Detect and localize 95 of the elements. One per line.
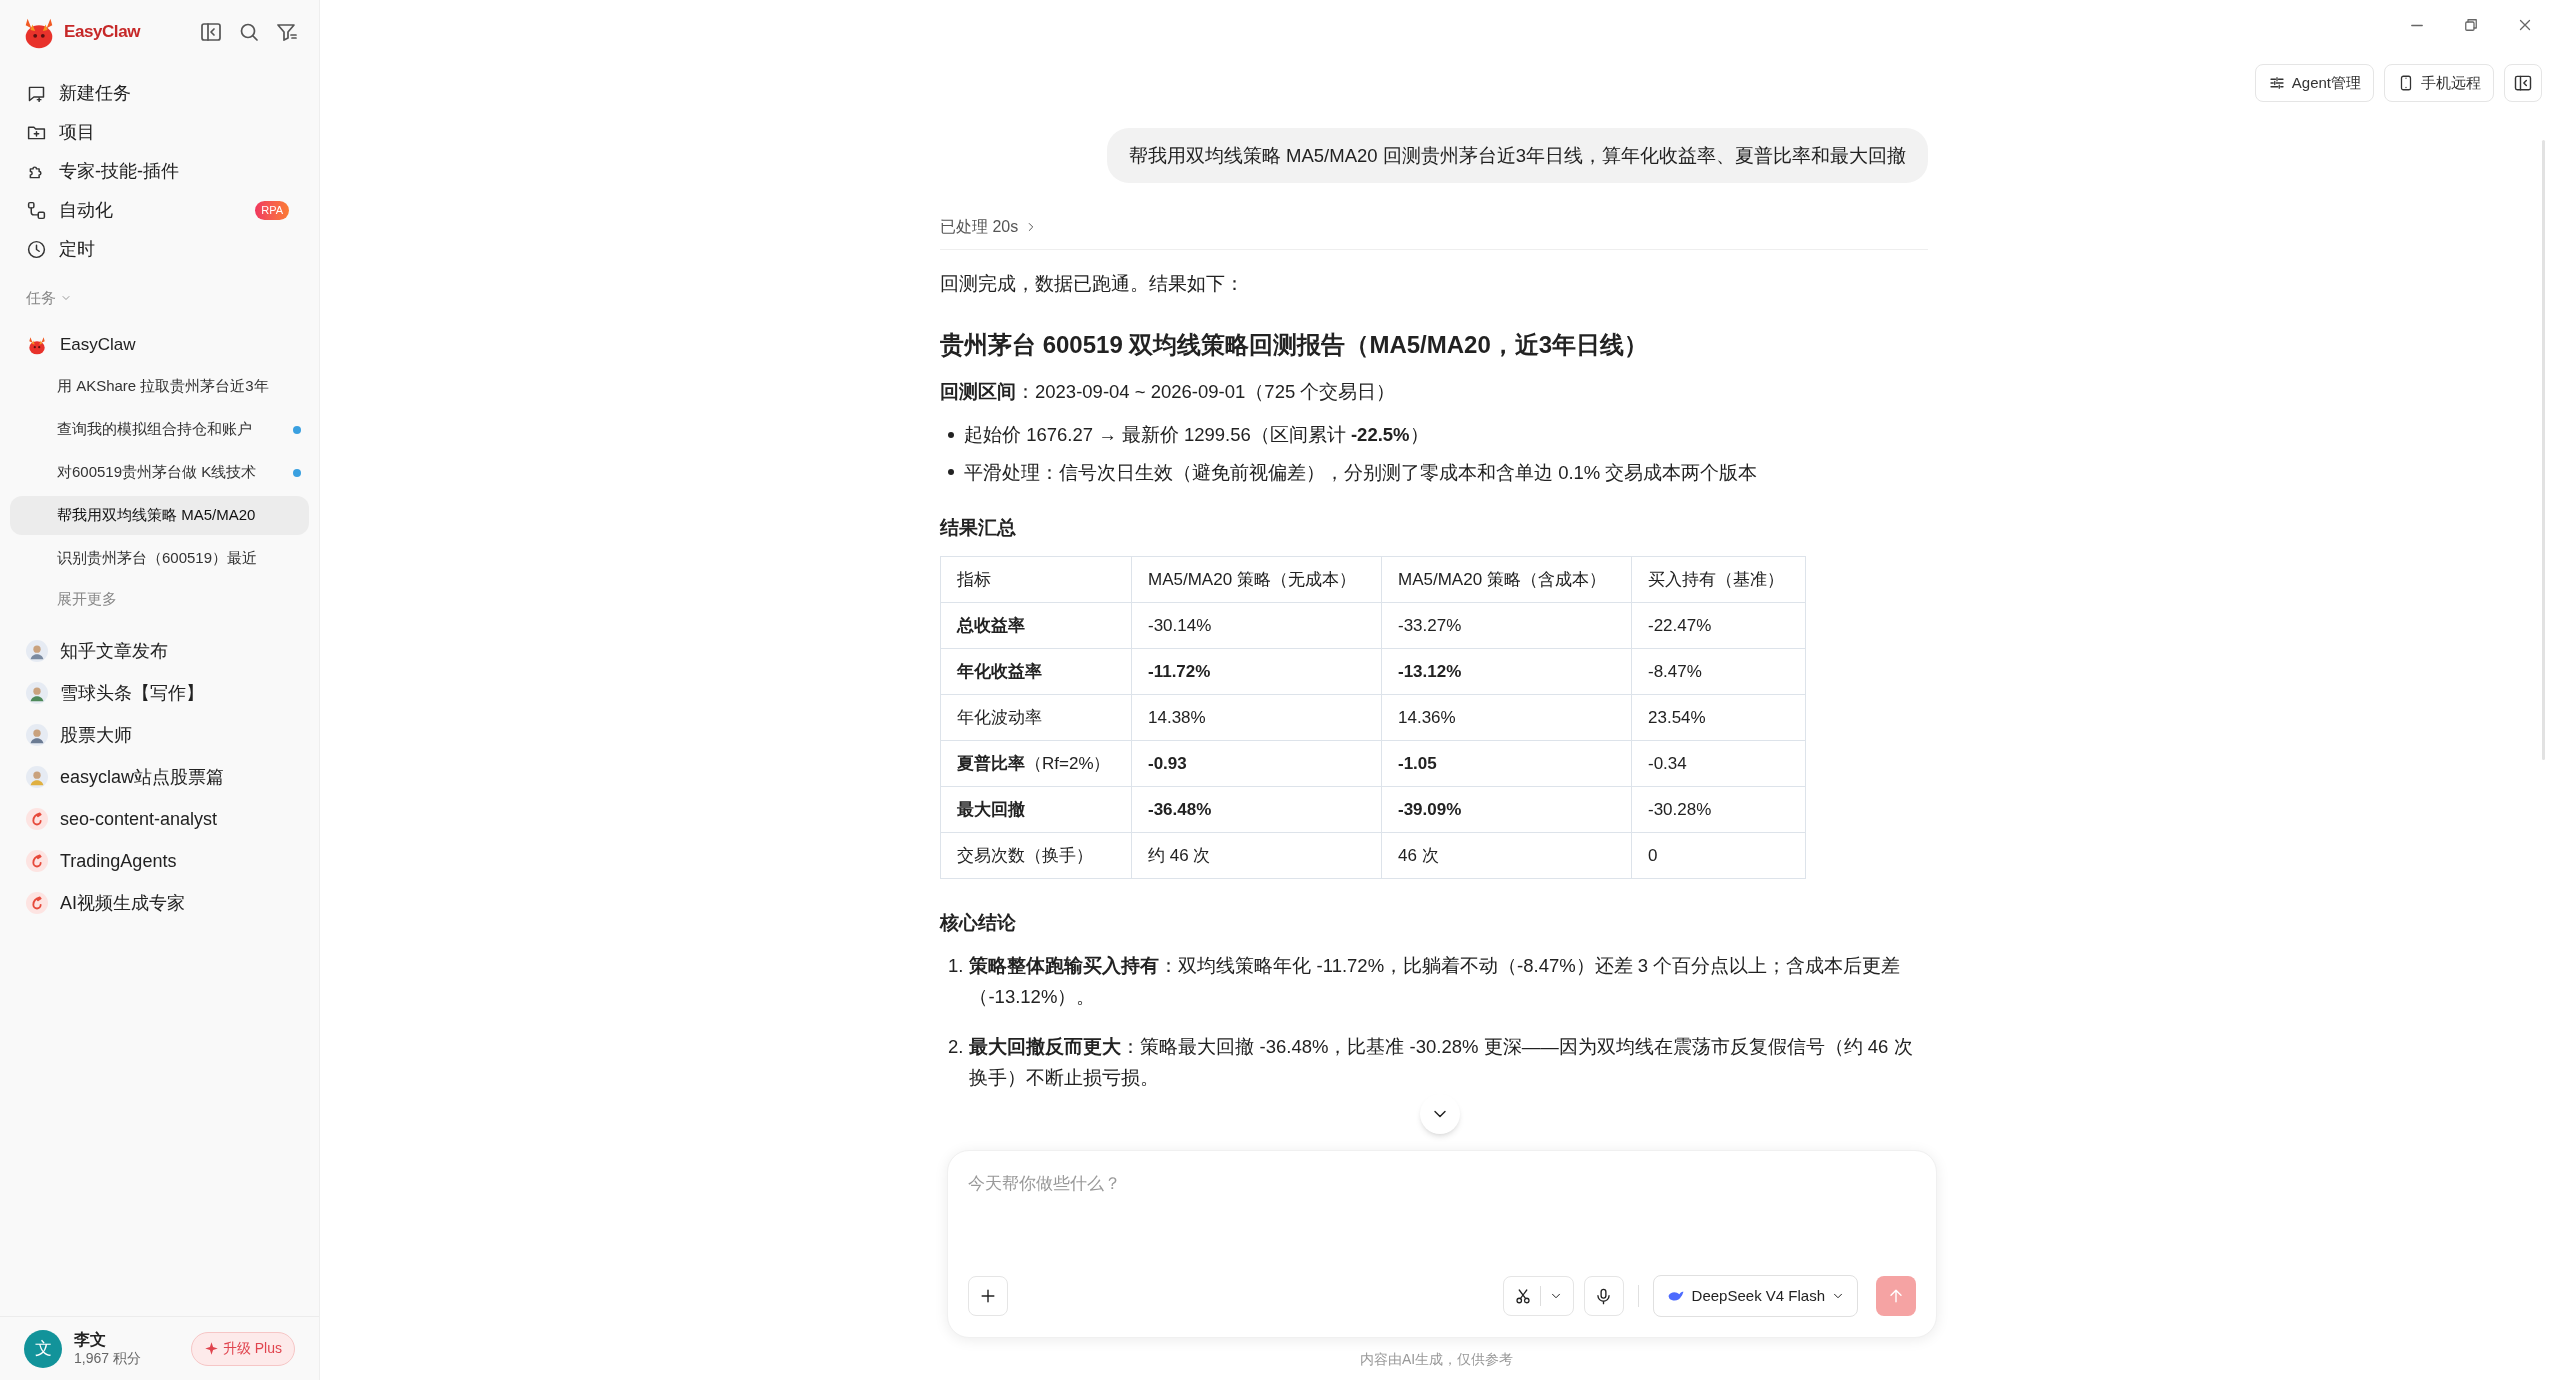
- sparkle-icon: [203, 1341, 219, 1356]
- person-avatar-icon: [26, 724, 48, 746]
- scissors-button[interactable]: [1502, 1276, 1574, 1316]
- task-item[interactable]: 查询我的模拟组合持仓和账户: [10, 410, 309, 449]
- table-cell: 最大回撤: [940, 786, 1132, 833]
- user-name: 李文: [74, 1329, 107, 1350]
- section-toggle[interactable]: 任务: [0, 283, 319, 313]
- user-message: 帮我用双均线策略 MA5/MA20 回测贵州茅台近3年日线，算年化收益率、夏普比率和最大回撤: [1106, 128, 1928, 184]
- list-number: 2.: [948, 1034, 964, 1059]
- message-input[interactable]: 今天帮你做些什么？: [968, 1171, 1916, 1261]
- table-cell: -13.12%: [1381, 648, 1632, 695]
- table-cell: -0.93: [1131, 740, 1382, 787]
- table-cell: 0: [1631, 832, 1806, 879]
- table-cell: -8.47%: [1631, 648, 1806, 695]
- bullet-text: 平滑处理：信号次日生效（避免前视偏差），分别测了零成本和含单边 0.1% 交易成本两个版本: [964, 460, 1758, 485]
- table-cell: -30.28%: [1631, 786, 1806, 833]
- nav-item[interactable]: 定时: [10, 230, 309, 269]
- column-header: 买入持有（基准）: [1631, 556, 1806, 603]
- table-cell: 14.36%: [1381, 694, 1632, 741]
- restore-button[interactable]: [2462, 16, 2480, 34]
- minimize-icon: [2408, 23, 2426, 27]
- panel-toggle-button[interactable]: [2504, 64, 2542, 102]
- flow-icon: [26, 200, 47, 221]
- sidebar-toggle-button[interactable]: [199, 20, 223, 44]
- agent-item[interactable]: seo-content-analyst: [10, 798, 309, 840]
- table-cell: 年化波动率: [940, 694, 1132, 741]
- table-cell: 年化收益率: [940, 648, 1132, 695]
- conclusion-text: 策略整体跑输买入持有：双均线策略年化 -11.72%，比躺着不动（-8.47%）还差 3 个百分点以上；含成本后更差（-13.12%）。: [969, 953, 1902, 1010]
- points-label: 1,967 积分: [74, 1349, 141, 1368]
- table-cell: -0.34: [1631, 740, 1806, 787]
- microphone-button[interactable]: [1583, 1276, 1624, 1316]
- task-item[interactable]: 对600519贵州茅台做 K线技术: [10, 453, 309, 492]
- table-cell: -11.72%: [1131, 648, 1382, 695]
- agent-item[interactable]: AI视频生成专家: [10, 882, 309, 924]
- list-number: 1.: [948, 953, 964, 978]
- flame-avatar-icon: [26, 892, 48, 914]
- table-cell: 46 次: [1381, 832, 1632, 879]
- table-cell: -30.14%: [1131, 602, 1382, 649]
- clock-icon: [26, 239, 47, 260]
- table-cell: -33.27%: [1381, 602, 1632, 649]
- agent-item[interactable]: 知乎文章发布: [10, 630, 309, 672]
- person-avatar-icon: [26, 640, 48, 662]
- restore-icon: [2462, 16, 2480, 34]
- nav-item[interactable]: 项目: [10, 113, 309, 152]
- task-item[interactable]: 用 AKShare 拉取贵州茅台近3年: [10, 367, 309, 406]
- brand-name: EasyClaw: [64, 21, 140, 44]
- range-text: 回测区间：2023-09-04 ~ 2026-09-01（725 个交易日）: [940, 379, 1397, 404]
- panel-toggle-icon: [2513, 73, 2533, 93]
- user-avatar: 文: [24, 1329, 62, 1368]
- processed-toggle[interactable]: 已处理 20s: [940, 213, 1039, 241]
- person-avatar-icon: [26, 766, 48, 788]
- nav-item[interactable]: 新建任务: [10, 74, 309, 113]
- column-header: MA5/MA20 策略（无成本）: [1131, 556, 1382, 603]
- disclaimer-text: 内容由AI生成，仅供参考: [1360, 1350, 1514, 1369]
- rpa-badge: RPA: [255, 201, 289, 220]
- toolbar-button[interactable]: Agent管理: [2254, 64, 2374, 102]
- sliders-icon: [2267, 74, 2286, 92]
- table-cell: 总收益率: [940, 602, 1132, 649]
- table-cell: 约 46 次: [1131, 832, 1382, 879]
- column-header: 指标: [940, 556, 1132, 603]
- flame-avatar-icon: [26, 850, 48, 872]
- task-item[interactable]: 识别贵州茅台（600519）最近: [10, 539, 309, 578]
- agent-item[interactable]: easyclaw站点股票篇: [10, 756, 309, 798]
- task-item[interactable]: 帮我用双均线策略 MA5/MA20: [10, 496, 309, 535]
- conclusion-text: 最大回撤反而更大：策略最大回撤 -36.48%，比基准 -30.28% 更深——因为双均线在震荡市反复假信号（约 46 次换手）不断止损亏损。: [969, 1034, 1914, 1091]
- flame-avatar-icon: [26, 808, 48, 830]
- report-heading: 贵州茅台 600519 双均线策略回测报告（MA5/MA20，近3年日线）: [940, 330, 1650, 361]
- toolbar-button[interactable]: 手机远程: [2384, 64, 2494, 102]
- bullet-text: 起始价 1676.27 → 最新价 1299.56（区间累计 -22.5%）: [964, 423, 1429, 448]
- section-heading: 结果汇总: [940, 516, 1017, 541]
- table-cell: -1.05: [1381, 740, 1632, 787]
- project-item[interactable]: EasyClaw: [0, 325, 319, 365]
- section-heading: 核心结论: [940, 911, 1017, 936]
- upgrade-button[interactable]: 升级 Plus: [190, 1331, 295, 1366]
- add-button[interactable]: [968, 1276, 1008, 1316]
- table-cell: -39.09%: [1381, 786, 1632, 833]
- table-cell: -36.48%: [1131, 786, 1382, 833]
- person-avatar-icon: [26, 682, 48, 704]
- scissors-icon: [1513, 1287, 1532, 1305]
- nav-item[interactable]: 专家-技能-插件: [10, 152, 309, 191]
- agent-item[interactable]: 股票大师: [10, 714, 309, 756]
- table-cell: -22.47%: [1631, 602, 1806, 649]
- table-cell: 23.54%: [1631, 694, 1806, 741]
- show-more-link[interactable]: 展开更多: [0, 580, 174, 618]
- agent-item[interactable]: 雪球头条【写作】: [10, 672, 309, 714]
- intro-text: 回测完成，数据已跑通。结果如下：: [940, 271, 1245, 296]
- agent-item[interactable]: TradingAgents: [10, 840, 309, 882]
- table-cell: 夏普比率（Rf=2%）: [940, 740, 1132, 787]
- message-input-box[interactable]: 今天帮你做些什么？ DeepSeek V4 Flash: [947, 1150, 1937, 1338]
- column-header: MA5/MA20 策略（含成本）: [1381, 556, 1632, 603]
- nav-item[interactable]: 自动化 RPA: [10, 191, 309, 230]
- sidebar-toggle-icon: [199, 20, 223, 44]
- model-selector[interactable]: DeepSeek V4 Flash: [1652, 1275, 1858, 1317]
- table-cell: 14.38%: [1131, 694, 1382, 741]
- table-cell: 交易次数（换手）: [940, 832, 1132, 879]
